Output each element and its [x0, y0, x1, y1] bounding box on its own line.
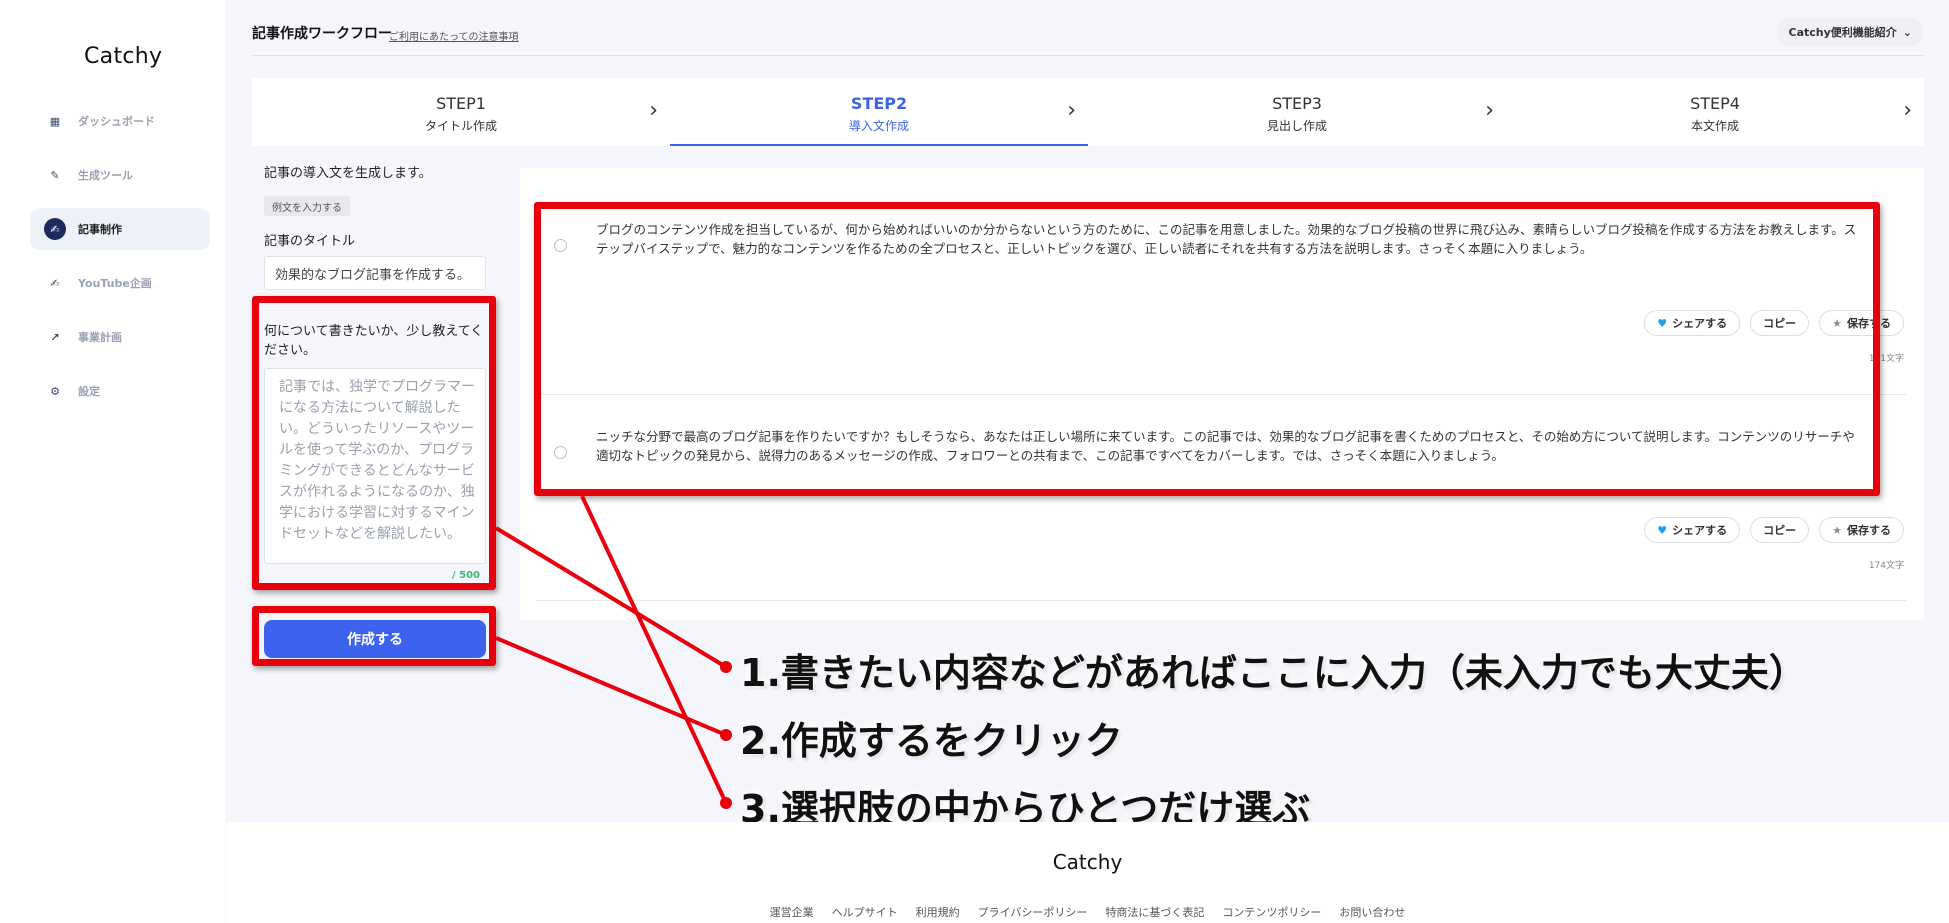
- example-input-chip[interactable]: 例文を入力する: [264, 196, 350, 216]
- radio-option-1[interactable]: [554, 239, 567, 252]
- sidebar: Catchy ▦ ダッシュボード ✎ 生成ツール ✍ 記事制作 ✍ YouTub…: [0, 0, 225, 923]
- copy-label: コピー: [1763, 317, 1797, 330]
- step-subtitle: 導入文作成: [848, 119, 909, 133]
- share-button[interactable]: ♥ シェアする: [1644, 310, 1741, 336]
- save-button[interactable]: ★ 保存する: [1819, 310, 1904, 336]
- copy-label: コピー: [1763, 524, 1797, 537]
- dashboard-icon: ▦: [49, 114, 61, 128]
- step-title: STEP3: [1272, 94, 1322, 113]
- copy-button[interactable]: コピー: [1750, 517, 1810, 543]
- chevron-right-icon: ›: [1903, 98, 1912, 123]
- intro-form: 記事の導入文を生成します。 例文を入力する 記事のタイトル 効果的なブログ記事を…: [252, 146, 500, 676]
- tool-icon: ✎: [50, 168, 60, 182]
- step-tabs: STEP1 タイトル作成 › STEP2 導入文作成 › STEP3 見出し作成…: [252, 78, 1924, 146]
- footer-link[interactable]: 利用規約: [916, 904, 960, 920]
- save-button[interactable]: ★ 保存する: [1819, 517, 1904, 543]
- step-subtitle: 本文作成: [1690, 119, 1739, 133]
- save-label: 保存する: [1847, 524, 1891, 537]
- sidebar-item-dashboard[interactable]: ▦ ダッシュボード: [30, 100, 210, 142]
- footer-link[interactable]: お問い合わせ: [1339, 904, 1405, 920]
- sidebar-item-label: YouTube企画: [78, 277, 152, 290]
- tab-step3[interactable]: STEP3 見出し作成 ›: [1088, 78, 1506, 146]
- footer-links: 運営企業 ヘルプサイト 利用規約 プライバシーポリシー 特商法に基づく表記 コン…: [226, 904, 1949, 920]
- sidebar-item-label: 生成ツール: [78, 169, 133, 182]
- tab-step2[interactable]: STEP2 導入文作成 ›: [670, 78, 1088, 146]
- result-option-2[interactable]: ニッチな分野で最高のブログ記事を作りたいですか？もしそうなら、あなたは正しい場所…: [520, 395, 1924, 601]
- sidebar-item-business[interactable]: ↗ 事業計画: [30, 316, 210, 358]
- page-title: 記事作成ワークフロー: [252, 26, 392, 42]
- result-text: ニッチな分野で最高のブログ記事を作りたいですか？もしそうなら、あなたは正しい場所…: [596, 429, 1855, 463]
- sidebar-item-label: 設定: [78, 385, 100, 398]
- footer-link[interactable]: コンテンツポリシー: [1222, 904, 1321, 920]
- footer-link[interactable]: ヘルプサイト: [832, 904, 898, 920]
- twitter-icon: ♥: [1657, 316, 1668, 330]
- article-icon: ✍: [44, 218, 66, 240]
- results-panel: ブログのコンテンツ作成を担当しているが、何から始めればいいのか分からないという方…: [520, 168, 1924, 620]
- form-intro-text: 記事の導入文を生成します。: [264, 166, 432, 181]
- save-label: 保存する: [1847, 317, 1891, 330]
- star-icon: ★: [1832, 523, 1842, 537]
- char-counter: / 500: [452, 570, 481, 581]
- step-title: STEP1: [436, 94, 486, 113]
- sidebar-item-label: 記事制作: [78, 223, 122, 236]
- chevron-right-icon: ›: [649, 98, 658, 123]
- feature-intro-label: Catchy便利機能紹介: [1788, 26, 1897, 39]
- result-text: ブログのコンテンツ作成を担当しているが、何から始めればいいのか分からないという方…: [596, 222, 1857, 256]
- footer-link[interactable]: プライバシーポリシー: [978, 904, 1088, 920]
- result-divider: [536, 600, 1906, 601]
- footer-link[interactable]: 特商法に基づく表記: [1105, 904, 1204, 920]
- chevron-right-icon: ›: [1067, 98, 1076, 123]
- step-title: STEP4: [1690, 94, 1740, 113]
- footer-link[interactable]: 運営企業: [770, 904, 814, 920]
- create-button[interactable]: 作成する: [264, 620, 486, 658]
- notice-link[interactable]: ご利用にあたっての注意事項: [389, 28, 519, 43]
- footer-logo[interactable]: Catchy: [226, 850, 1949, 874]
- radio-option-2[interactable]: [554, 446, 567, 459]
- star-icon: ★: [1832, 316, 1842, 330]
- youtube-icon: ✍: [50, 276, 60, 290]
- copy-button[interactable]: コピー: [1750, 310, 1810, 336]
- title-label: 記事のタイトル: [264, 234, 356, 249]
- step-title: STEP2: [850, 94, 908, 113]
- sidebar-item-article[interactable]: ✍ 記事制作: [30, 208, 210, 250]
- app-logo[interactable]: Catchy: [84, 44, 162, 69]
- business-icon: ↗: [50, 330, 60, 344]
- share-label: シェアする: [1672, 317, 1728, 330]
- sidebar-item-youtube[interactable]: ✍ YouTube企画: [30, 262, 210, 304]
- feature-intro-button[interactable]: Catchy便利機能紹介 ⌄: [1776, 18, 1924, 46]
- topic-prompt-label: 何について書きたいか、少し教えてください。: [264, 324, 484, 358]
- char-count: 174文字: [1868, 561, 1904, 571]
- topic-textarea[interactable]: 記事では、独学でプログラマーになる方法について解説したい。どういったリソースやツ…: [264, 368, 486, 564]
- sidebar-item-label: 事業計画: [78, 331, 122, 344]
- share-label: シェアする: [1672, 524, 1728, 537]
- chevron-right-icon: ›: [1485, 98, 1494, 123]
- char-count: 181文字: [1868, 354, 1904, 364]
- step-subtitle: タイトル作成: [424, 119, 497, 133]
- annotation-step-1: 1.書きたい内容などがあればここに入力（未入力でも大丈夫）: [740, 651, 1807, 695]
- article-title-input[interactable]: 効果的なブログ記事を作成する。: [264, 256, 486, 290]
- chevron-down-icon: ⌄: [1902, 25, 1912, 39]
- page-header: 記事作成ワークフロー ご利用にあたっての注意事項 Catchy便利機能紹介 ⌄: [252, 0, 1924, 56]
- result-option-1[interactable]: ブログのコンテンツ作成を担当しているが、何から始めればいいのか分からないという方…: [520, 168, 1924, 394]
- tab-step1[interactable]: STEP1 タイトル作成 ›: [252, 78, 670, 146]
- share-button[interactable]: ♥ シェアする: [1644, 517, 1741, 543]
- footer: Catchy 運営企業 ヘルプサイト 利用規約 プライバシーポリシー 特商法に基…: [226, 822, 1949, 923]
- annotation-step-2: 2.作成するをクリック: [740, 719, 1123, 763]
- tab-step4[interactable]: STEP4 本文作成 ›: [1506, 78, 1924, 146]
- twitter-icon: ♥: [1657, 523, 1668, 537]
- sidebar-item-tools[interactable]: ✎ 生成ツール: [30, 154, 210, 196]
- sidebar-item-label: ダッシュボード: [78, 115, 155, 128]
- settings-icon: ⚙: [50, 384, 60, 398]
- sidebar-item-settings[interactable]: ⚙ 設定: [30, 370, 210, 412]
- step-subtitle: 見出し作成: [1266, 119, 1327, 133]
